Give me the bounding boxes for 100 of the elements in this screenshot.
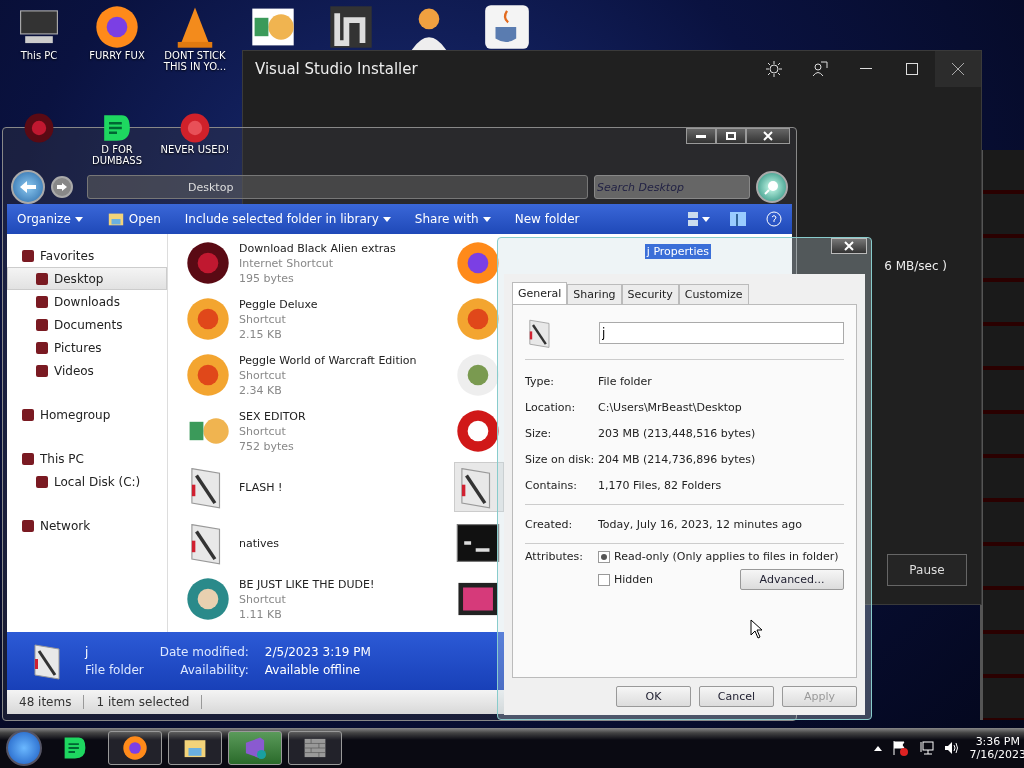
close-button[interactable] (746, 128, 790, 144)
maximize-button[interactable] (716, 128, 746, 144)
toolbar-button[interactable]: Open (106, 210, 161, 228)
dialog-button[interactable]: OK (616, 686, 691, 707)
view-button[interactable] (688, 212, 710, 226)
advanced-button[interactable]: Advanced... (740, 569, 844, 590)
help-icon (766, 211, 782, 227)
file-size: 2.34 KB (239, 382, 283, 398)
sidebar-item[interactable]: Homegroup (7, 403, 167, 426)
file-item[interactable]: BE JUST LIKE THE DUDE! Shortcut 1.11 KB (184, 574, 446, 624)
desktop-icon-label[interactable]: D FOR DUMBASS (81, 144, 153, 166)
toolbar-button[interactable]: Include selected folder in library (184, 212, 391, 226)
maze-icon (328, 4, 374, 50)
desktop-icon-label[interactable]: DONT STICK THIS IN YO... (159, 50, 231, 72)
sidebar-item[interactable]: This PC (7, 447, 167, 470)
property-label: Size on disk: (525, 452, 596, 466)
sidebar-item[interactable]: Local Disk (C:) (7, 470, 167, 493)
view-icon (688, 212, 698, 226)
back-button[interactable] (11, 170, 45, 204)
details-label: Availability: (180, 663, 249, 677)
maximize-icon (726, 132, 736, 140)
desktop-icon-label[interactable]: FURRY FUX (89, 50, 145, 61)
download-speed: 6 MB/sec ) (884, 259, 947, 273)
toolbar-button[interactable]: Organize (17, 212, 83, 226)
file-item[interactable]: Download Black Alien extras Internet Shortcut 195 bytes (184, 238, 446, 288)
attribute-checkbox[interactable]: Hidden (598, 573, 654, 586)
desktop-icon-label[interactable]: This PC (20, 50, 58, 61)
property-value: 204 MB (214,736,896 bytes) (598, 452, 756, 466)
pause-button[interactable]: Pause (887, 554, 967, 586)
desktop-icon-label[interactable]: NEVER USED! (160, 144, 230, 155)
taskbar-app[interactable] (288, 731, 342, 765)
address-bar[interactable]: Desktop (87, 175, 588, 199)
file-name: SEX EDITOR (239, 408, 306, 424)
sidebar-icon (36, 341, 48, 354)
property-value: 203 MB (213,448,516 bytes) (598, 426, 756, 440)
forward-button[interactable] (51, 176, 73, 198)
close-button[interactable] (831, 238, 867, 254)
file-name: Peggle World of Warcraft Edition (239, 352, 417, 368)
property-value: 1,170 Files, 82 Folders (598, 478, 722, 492)
file-type: Shortcut (239, 367, 287, 383)
sidebar-item[interactable]: Desktop (7, 267, 167, 290)
checkbox[interactable] (598, 573, 610, 586)
dialog-button[interactable]: Cancel (699, 686, 774, 707)
taskbar-app[interactable] (168, 731, 222, 765)
flag-icon (891, 740, 908, 756)
property-value: C:\Users\MrBeast\Desktop (598, 400, 742, 414)
minimize-icon (696, 134, 706, 138)
file-size: 1.11 KB (239, 606, 283, 622)
sidebar-icon (36, 475, 48, 488)
sun-icon (766, 61, 782, 77)
file-name: FLASH ! (239, 479, 283, 495)
toolbar-button[interactable]: Share with (414, 212, 491, 226)
attribute-checkbox[interactable]: Read-only (Only applies to files in folder) (598, 550, 839, 563)
file-item[interactable]: SEX EDITOR Shortcut 752 bytes (184, 406, 446, 456)
cup-icon (484, 4, 530, 50)
tab[interactable]: Sharing (567, 284, 622, 304)
search-field[interactable]: Search Desktop (594, 175, 750, 199)
sidebar-icon (22, 408, 34, 421)
file-type: Internet Shortcut (239, 255, 335, 271)
file-name: BE JUST LIKE THE DUDE! (239, 576, 375, 592)
help-button[interactable] (766, 211, 782, 227)
file-item[interactable]: FLASH ! (184, 462, 446, 512)
minimize-button[interactable] (686, 128, 716, 144)
property-label: Location: (525, 400, 577, 414)
sidebar-item[interactable]: Videos (7, 359, 167, 382)
details-value: Available offline (264, 663, 362, 677)
file-item[interactable]: natives (184, 518, 446, 568)
close-icon (844, 241, 854, 251)
minimize-icon (860, 68, 872, 70)
sidebar-icon (36, 295, 48, 308)
file-item[interactable]: Peggle Deluxe Shortcut 2.15 KB (184, 294, 446, 344)
property-label: Contains: (525, 478, 578, 492)
name-field[interactable]: j (599, 322, 844, 344)
sidebar-icon (22, 249, 34, 262)
close-icon (763, 131, 773, 141)
property-label: Type: (525, 374, 555, 388)
file-type: Shortcut (239, 423, 287, 439)
person-icon (812, 61, 828, 77)
volume-icon (943, 740, 960, 756)
start-button[interactable] (6, 730, 42, 766)
file-item[interactable]: Peggle World of Warcraft Edition Shortcut 2.34 KB (184, 350, 446, 400)
file-name: Download Black Alien extras (239, 240, 396, 256)
sidebar-item[interactable]: Pictures (7, 336, 167, 359)
sidebar-item[interactable]: Network (7, 514, 167, 537)
checkbox[interactable] (598, 550, 610, 563)
tab[interactable]: General (512, 282, 568, 304)
preview-pane-button[interactable] (730, 212, 746, 226)
toolbar-button[interactable]: New folder (514, 212, 580, 226)
file-type: Shortcut (239, 311, 287, 327)
sidebar-item[interactable]: Documents (7, 313, 167, 336)
maximize-icon (906, 63, 918, 75)
taskbar-app[interactable] (108, 731, 162, 765)
tab[interactable]: Security (621, 284, 679, 304)
arrow-left-icon (20, 181, 36, 193)
property-value: File folder (598, 374, 652, 388)
sidebar-item[interactable]: Downloads (7, 290, 167, 313)
tab[interactable]: Customize (678, 284, 749, 304)
file-item[interactable] (454, 462, 504, 512)
property-value: Today, July 16, 2023, 12 minutes ago (598, 517, 803, 531)
sidebar-item[interactable]: Favorites (7, 244, 167, 267)
